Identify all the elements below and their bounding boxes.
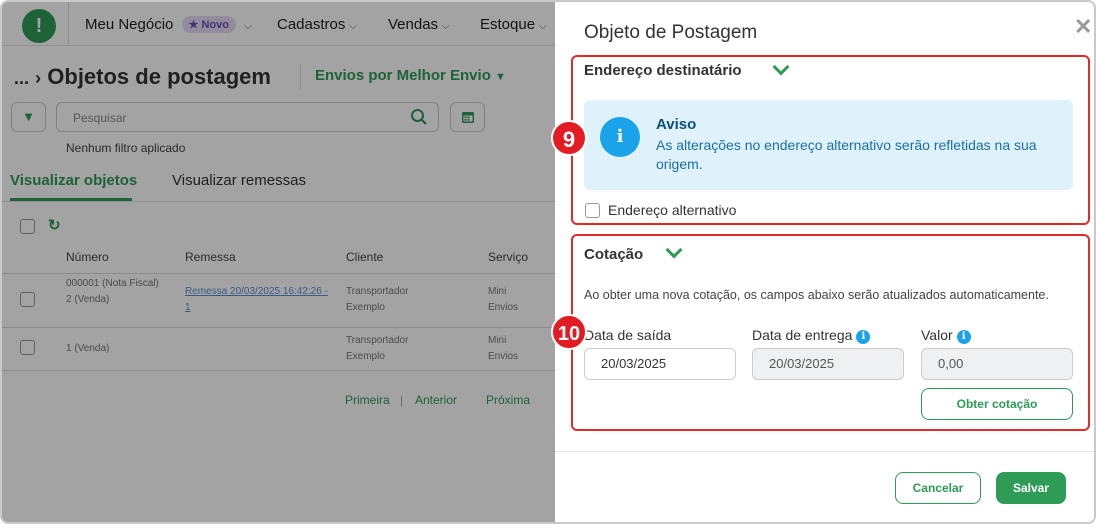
window-frame: ! Meu Negócio ★ Novo ⌵ Cadastros ⌵ Vendas… (0, 0, 1096, 524)
section-title-cotacao[interactable]: Cotação (584, 246, 643, 263)
info-icon[interactable]: i (956, 330, 971, 344)
step-marker-10: 10 (551, 314, 587, 350)
aviso-title: Aviso (656, 116, 697, 133)
obter-cotacao-button[interactable]: Obter cotação (921, 388, 1073, 420)
valor-field: 0,00 (921, 348, 1073, 380)
data-saida-input[interactable]: 20/03/2025 (584, 348, 736, 380)
objeto-postagem-modal: Objeto de Postagem ✕ Endereço destinatár… (555, 2, 1094, 522)
info-icon: i (600, 117, 640, 157)
cancel-button[interactable]: Cancelar (895, 472, 981, 504)
aviso-text: As alterações no endereço alternativo se… (656, 137, 1037, 172)
modal-backdrop[interactable] (2, 2, 555, 522)
modal-title: Objeto de Postagem (584, 22, 758, 43)
data-entrega-label-text: Data de entrega (752, 327, 853, 343)
data-saida-label: Data de saída (584, 327, 672, 343)
data-entrega-field: 20/03/2025 (752, 348, 904, 380)
endereco-alternativo-label[interactable]: Endereço alternativo (608, 202, 736, 218)
footer-divider (555, 451, 1094, 452)
section-title-endereco[interactable]: Endereço destinatário (584, 62, 742, 79)
close-icon[interactable]: ✕ (1074, 14, 1092, 40)
endereco-alternativo-checkbox[interactable] (585, 203, 600, 218)
data-entrega-label: Data de entrega i (752, 327, 871, 344)
app-background: ! Meu Negócio ★ Novo ⌵ Cadastros ⌵ Vendas… (2, 2, 555, 522)
step-marker-9: 9 (551, 120, 587, 156)
cotacao-note: Ao obter uma nova cotação, os campos aba… (584, 288, 1049, 302)
save-button[interactable]: Salvar (996, 472, 1066, 504)
aviso-alert: i Aviso As alterações no endereço altern… (584, 100, 1073, 190)
valor-label: Valor i (921, 327, 971, 344)
valor-label-text: Valor (921, 327, 953, 343)
info-icon[interactable]: i (856, 330, 871, 344)
